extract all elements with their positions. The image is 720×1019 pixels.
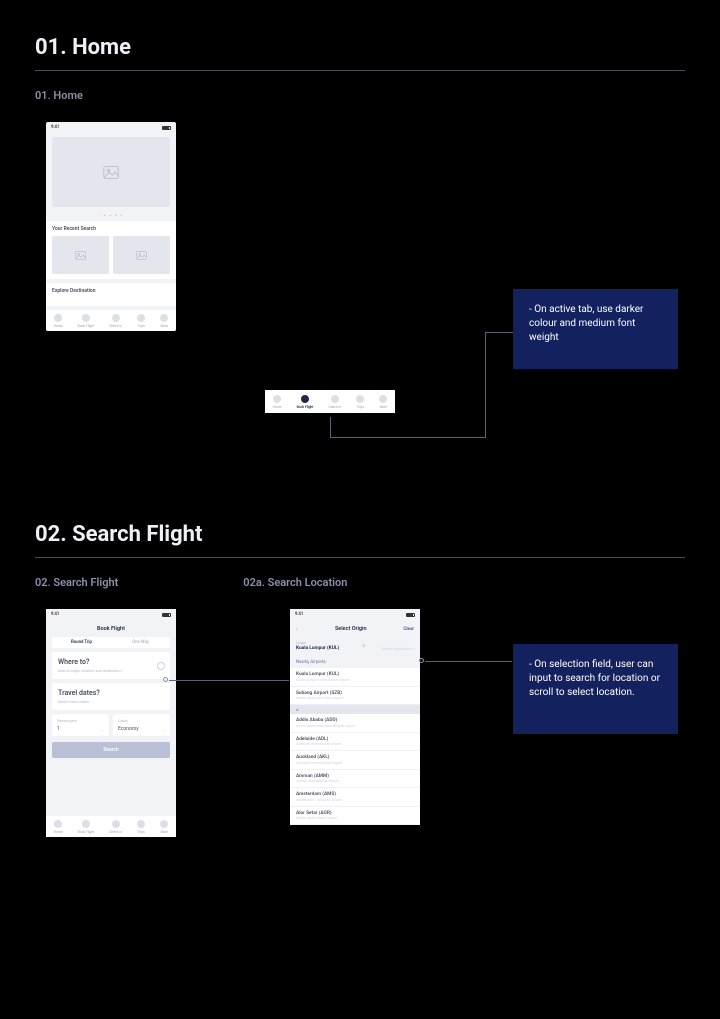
- tab-home[interactable]: Home: [54, 314, 63, 328]
- explore-destination-title: Explore Destination: [52, 288, 170, 294]
- connector-line: [425, 661, 512, 662]
- tab-more[interactable]: More: [160, 820, 168, 834]
- status-bar: 9:41: [46, 122, 176, 133]
- destination-placeholder[interactable]: Select Destination ›: [381, 646, 414, 651]
- tab-check-in[interactable]: Check In: [109, 314, 122, 328]
- swap-icon[interactable]: ⇅: [362, 644, 365, 648]
- subheading-search-flight: 02. Search Flight: [35, 576, 118, 589]
- connector-line: [330, 437, 485, 438]
- section-1-subheading: 01. Home: [35, 89, 685, 102]
- origin-label: Origin: [296, 640, 414, 645]
- section-1-title: 01. Home: [35, 35, 685, 60]
- chevron-down-icon: ⌄: [101, 727, 104, 732]
- section-2-title: 02. Search Flight: [35, 522, 685, 547]
- home-screen-mock: 9:41 ○ ● ● ● ● Your Recent Search Explor…: [46, 122, 176, 331]
- tab-bar: Home Book Flight Check In Trips More: [46, 310, 176, 331]
- tab-bar-detail: Home Book Flight Check In Trips More: [265, 390, 395, 413]
- travel-dates-label: Travel dates?: [58, 689, 164, 697]
- tab-bar: Home Book Flight Check In Trips More: [46, 816, 176, 837]
- passengers-value: 1: [57, 726, 60, 732]
- passengers-label: Passengers: [57, 718, 104, 723]
- connector-line: [330, 417, 331, 437]
- tab-check-in[interactable]: Check In: [328, 395, 341, 409]
- passengers-select[interactable]: Passengers 1 ⌄: [52, 714, 109, 736]
- tab-more[interactable]: More: [379, 395, 387, 409]
- divider: [35, 70, 685, 71]
- hero-image-placeholder: [52, 137, 170, 207]
- annotation-selection-field: - On selection field, user can input to …: [513, 644, 678, 734]
- trip-type-segment[interactable]: Round Trip One Way: [52, 637, 170, 648]
- recent-search-item[interactable]: [52, 236, 109, 274]
- cabin-value: Economy: [118, 726, 139, 732]
- tab-book-flight[interactable]: Book Flight: [78, 820, 94, 834]
- status-bar: 9:41: [46, 609, 176, 620]
- status-bar: 9:41: [290, 609, 420, 620]
- connector-dot: [163, 677, 168, 682]
- tab-check-in[interactable]: Check In: [109, 820, 122, 834]
- tab-trips[interactable]: Trips: [137, 314, 145, 328]
- route-selector[interactable]: Origin Kuala Lumpur (KUL) ⇅ Select Desti…: [290, 638, 420, 655]
- travel-dates-hint: Select travel dates: [58, 699, 164, 704]
- tab-home[interactable]: Home: [273, 395, 282, 409]
- segment-one-way[interactable]: One Way: [111, 637, 170, 648]
- recent-search-item[interactable]: [113, 236, 170, 274]
- connector-line: [485, 332, 486, 438]
- tab-more[interactable]: More: [160, 314, 168, 328]
- select-origin-screen-mock: 9:41 ‹ Select Origin Clear Origin Kuala …: [290, 609, 420, 825]
- where-to-hint: Search origin location and destination: [58, 668, 164, 673]
- image-placeholder-icon: [103, 166, 119, 179]
- tab-home[interactable]: Home: [54, 820, 63, 834]
- where-to-label: Where to?: [58, 658, 164, 666]
- explore-destination-card: Explore Destination: [46, 283, 176, 306]
- airport-list-item[interactable]: Alor Setar (AOR)Sultan Abdul Halim Airpo…: [290, 807, 420, 826]
- status-time: 9:41: [51, 612, 59, 617]
- annotation-active-tab: - On active tab, use darker colour and m…: [513, 289, 678, 369]
- airport-list-item[interactable]: Amman (AMM)Jordan International Airport: [290, 770, 420, 789]
- clear-button[interactable]: Clear: [403, 627, 414, 632]
- screen-title: Select Origin: [335, 626, 367, 632]
- carousel-dots[interactable]: ○ ● ● ● ●: [46, 213, 176, 217]
- connector-dot: [419, 658, 424, 663]
- airport-list-item[interactable]: Amsterdam (AMS)Amsterdam - Schiphol Airp…: [290, 788, 420, 807]
- search-button[interactable]: Search: [52, 742, 170, 758]
- connector-line: [169, 680, 289, 681]
- status-time: 9:41: [51, 125, 59, 130]
- nearby-airports-header: Nearby Airports: [290, 655, 420, 668]
- status-time: 9:41: [295, 612, 303, 617]
- battery-icon: [162, 126, 171, 130]
- cabin-label: Cabin: [118, 718, 165, 723]
- tab-trips[interactable]: Trips: [356, 395, 364, 409]
- segment-round-trip[interactable]: Round Trip: [52, 637, 111, 648]
- alpha-section-header: A: [290, 705, 420, 714]
- travel-dates-field[interactable]: Travel dates? Select travel dates: [52, 683, 170, 710]
- airport-list-item[interactable]: Subang Airport (SZB)Sultan Abdul Aziz Sh…: [290, 687, 420, 706]
- subheading-search-location: 02a. Search Location: [243, 576, 347, 589]
- connector-line: [485, 332, 513, 333]
- screen-title: Book Flight: [46, 620, 176, 637]
- tab-book-flight-active[interactable]: Book Flight: [297, 395, 314, 409]
- airport-list-item[interactable]: Auckland (AKL)Auckland International Air…: [290, 751, 420, 770]
- battery-icon: [162, 613, 171, 617]
- chevron-down-icon: ⌄: [162, 727, 165, 732]
- cabin-select[interactable]: Cabin Economy ⌄: [113, 714, 170, 736]
- book-flight-screen-mock: 9:41 Book Flight Round Trip One Way Wher…: [46, 609, 176, 837]
- airport-list-item[interactable]: Addis Ababa (ADD)Addis Ababa Bole Intern…: [290, 714, 420, 733]
- tab-trips[interactable]: Trips: [137, 820, 145, 834]
- airport-list-item[interactable]: Kuala Lumpur (KUL)Kuala Lumpur Internati…: [290, 668, 420, 687]
- recent-search-title: Your Recent Search: [52, 226, 170, 232]
- battery-icon: [406, 613, 415, 617]
- divider: [35, 557, 685, 558]
- airport-list-item[interactable]: Adelaide (ADL)Adelaide International Air…: [290, 733, 420, 752]
- back-icon[interactable]: ‹: [296, 625, 298, 633]
- where-to-field[interactable]: Where to? Search origin location and des…: [52, 652, 170, 679]
- tab-book-flight[interactable]: Book Flight: [78, 314, 94, 328]
- recent-search-card: Your Recent Search: [46, 221, 176, 279]
